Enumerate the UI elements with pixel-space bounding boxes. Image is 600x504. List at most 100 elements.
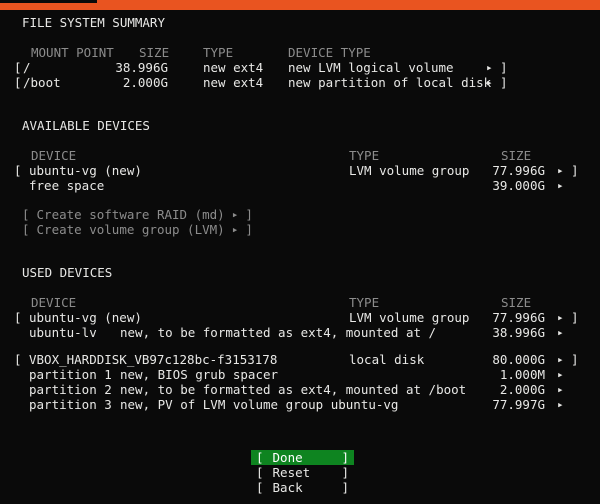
create-raid-button[interactable]: [ Create software RAID (md) ▸ ]	[22, 207, 253, 222]
device-type-value: LVM volume group	[349, 163, 469, 178]
col-device-type: DEVICE TYPE	[288, 45, 371, 60]
device-row-partition-1[interactable]: partition 1 new, BIOS grub spacer 1.000M…	[0, 367, 600, 382]
available-column-headers: DEVICE TYPE SIZE	[0, 148, 600, 163]
row-arrow-icon: ▸	[557, 367, 564, 382]
size-value: 77.996G	[492, 163, 545, 178]
bracket-left: [	[14, 163, 22, 178]
size-value: 38.996G	[492, 325, 545, 340]
mount-point-value: /boot	[23, 75, 61, 90]
bracket-right: ]	[571, 310, 579, 325]
bracket-right: ]	[571, 352, 579, 367]
size-value: 1.000M	[500, 367, 545, 382]
row-arrow-icon: ▸	[557, 310, 564, 325]
device-row-free-space[interactable]: free space 39.000G ▸	[0, 178, 600, 193]
bracket-right: ]	[500, 60, 508, 75]
device-name: partition 2	[29, 382, 112, 397]
bracket-left: [	[14, 75, 22, 90]
bracket-right: ]	[245, 222, 253, 237]
device-type-value: local disk	[349, 352, 424, 367]
size-value: 2.000G	[500, 382, 545, 397]
row-arrow-icon: ▸	[557, 163, 564, 178]
row-arrow-icon: ▸	[557, 397, 564, 412]
top-bar-notch	[0, 0, 97, 3]
device-name: free space	[29, 178, 104, 193]
back-button[interactable]: [ Back ]	[251, 480, 354, 495]
create-raid-label: Create software RAID (md)	[37, 207, 225, 222]
size-value: 80.000G	[492, 352, 545, 367]
done-button-label: Done	[273, 450, 303, 465]
used-column-headers: DEVICE TYPE SIZE	[0, 295, 600, 310]
section-title-filesystem: FILE SYSTEM SUMMARY	[0, 15, 600, 30]
device-name: ubuntu-vg (new)	[29, 310, 142, 325]
section-title-text: USED DEVICES	[22, 265, 112, 280]
create-vg-button[interactable]: [ Create volume group (LVM) ▸ ]	[22, 222, 253, 237]
device-type-value: new partition of local disk	[288, 75, 491, 90]
fs-row-root[interactable]: [ / 38.996G new ext4 new LVM logical vol…	[0, 60, 600, 75]
device-name: ubuntu-lv	[29, 325, 97, 340]
device-row-partition-3[interactable]: partition 3 new, PV of LVM volume group …	[0, 397, 600, 412]
row-arrow-icon: ▸	[557, 178, 564, 193]
bracket-left: [	[22, 207, 30, 222]
bracket-left: [	[14, 60, 22, 75]
size-value: 77.996G	[492, 310, 545, 325]
fs-row-boot[interactable]: [ /boot 2.000G new ext4 new partition of…	[0, 75, 600, 90]
footer-buttons: [ Done ] [ Reset ] [ Back ]	[251, 450, 354, 495]
device-name: partition 3	[29, 397, 112, 412]
device-row-partition-2[interactable]: partition 2 new, to be formatted as ext4…	[0, 382, 600, 397]
device-row-ubuntu-lv[interactable]: ubuntu-lv new, to be formatted as ext4, …	[0, 325, 600, 340]
bracket-right: ]	[341, 480, 349, 495]
device-name: ubuntu-vg (new)	[29, 163, 142, 178]
bracket-right: ]	[571, 163, 579, 178]
menu-arrow-icon: ▸	[232, 222, 239, 237]
bracket-left: [	[14, 310, 22, 325]
bracket-right: ]	[341, 465, 349, 480]
section-title-available: AVAILABLE DEVICES	[0, 118, 600, 133]
device-desc: new, to be formatted as ext4, mounted at…	[120, 382, 466, 397]
device-row-ubuntu-vg-used[interactable]: [ ubuntu-vg (new) LVM volume group 77.99…	[0, 310, 600, 325]
create-vg-label: Create volume group (LVM)	[37, 222, 225, 237]
col-type: TYPE	[349, 295, 379, 310]
menu-arrow-icon: ▸	[232, 207, 239, 222]
reset-button-label: Reset	[273, 465, 311, 480]
device-row-vbox-disk[interactable]: [ VBOX_HARDDISK_VB97c128bc-f3153178 loca…	[0, 352, 600, 367]
type-value: new ext4	[203, 60, 263, 75]
done-button[interactable]: [ Done ]	[251, 450, 354, 465]
row-arrow-icon: ▸	[557, 382, 564, 397]
section-title-text: FILE SYSTEM SUMMARY	[22, 15, 165, 30]
size-value: 2.000G	[123, 75, 168, 90]
device-desc: new, PV of LVM volume group ubuntu-vg	[120, 397, 398, 412]
bracket-left: [	[22, 222, 30, 237]
bracket-right: ]	[500, 75, 508, 90]
device-row-ubuntu-vg[interactable]: [ ubuntu-vg (new) LVM volume group 77.99…	[0, 163, 600, 178]
size-value: 38.996G	[115, 60, 168, 75]
row-arrow-icon: ▸	[486, 60, 493, 75]
row-arrow-icon: ▸	[486, 75, 493, 90]
bracket-left: [	[256, 465, 264, 480]
top-orange-bar	[0, 0, 600, 10]
type-value: new ext4	[203, 75, 263, 90]
device-type-value: LVM volume group	[349, 310, 469, 325]
bracket-left: [	[14, 352, 22, 367]
installer-storage-screen: FILE SYSTEM SUMMARY MOUNT POINT SIZE TYP…	[0, 0, 600, 504]
back-button-label: Back	[273, 480, 303, 495]
size-value: 77.997G	[492, 397, 545, 412]
section-title-used: USED DEVICES	[0, 265, 600, 280]
row-arrow-icon: ▸	[557, 352, 564, 367]
col-size: SIZE	[501, 148, 531, 163]
mount-point-value: /	[23, 60, 31, 75]
col-device: DEVICE	[31, 148, 76, 163]
device-desc: new, to be formatted as ext4, mounted at…	[120, 325, 436, 340]
section-title-text: AVAILABLE DEVICES	[22, 118, 150, 133]
device-desc: new, BIOS grub spacer	[120, 367, 278, 382]
device-name: VBOX_HARDDISK_VB97c128bc-f3153178	[29, 352, 277, 367]
col-size: SIZE	[501, 295, 531, 310]
reset-button[interactable]: [ Reset ]	[251, 465, 354, 480]
bracket-right: ]	[245, 207, 253, 222]
bracket-left: [	[256, 450, 264, 465]
bracket-left: [	[256, 480, 264, 495]
bracket-right: ]	[341, 450, 349, 465]
col-type: TYPE	[203, 45, 233, 60]
size-value: 39.000G	[492, 178, 545, 193]
col-type: TYPE	[349, 148, 379, 163]
col-device: DEVICE	[31, 295, 76, 310]
